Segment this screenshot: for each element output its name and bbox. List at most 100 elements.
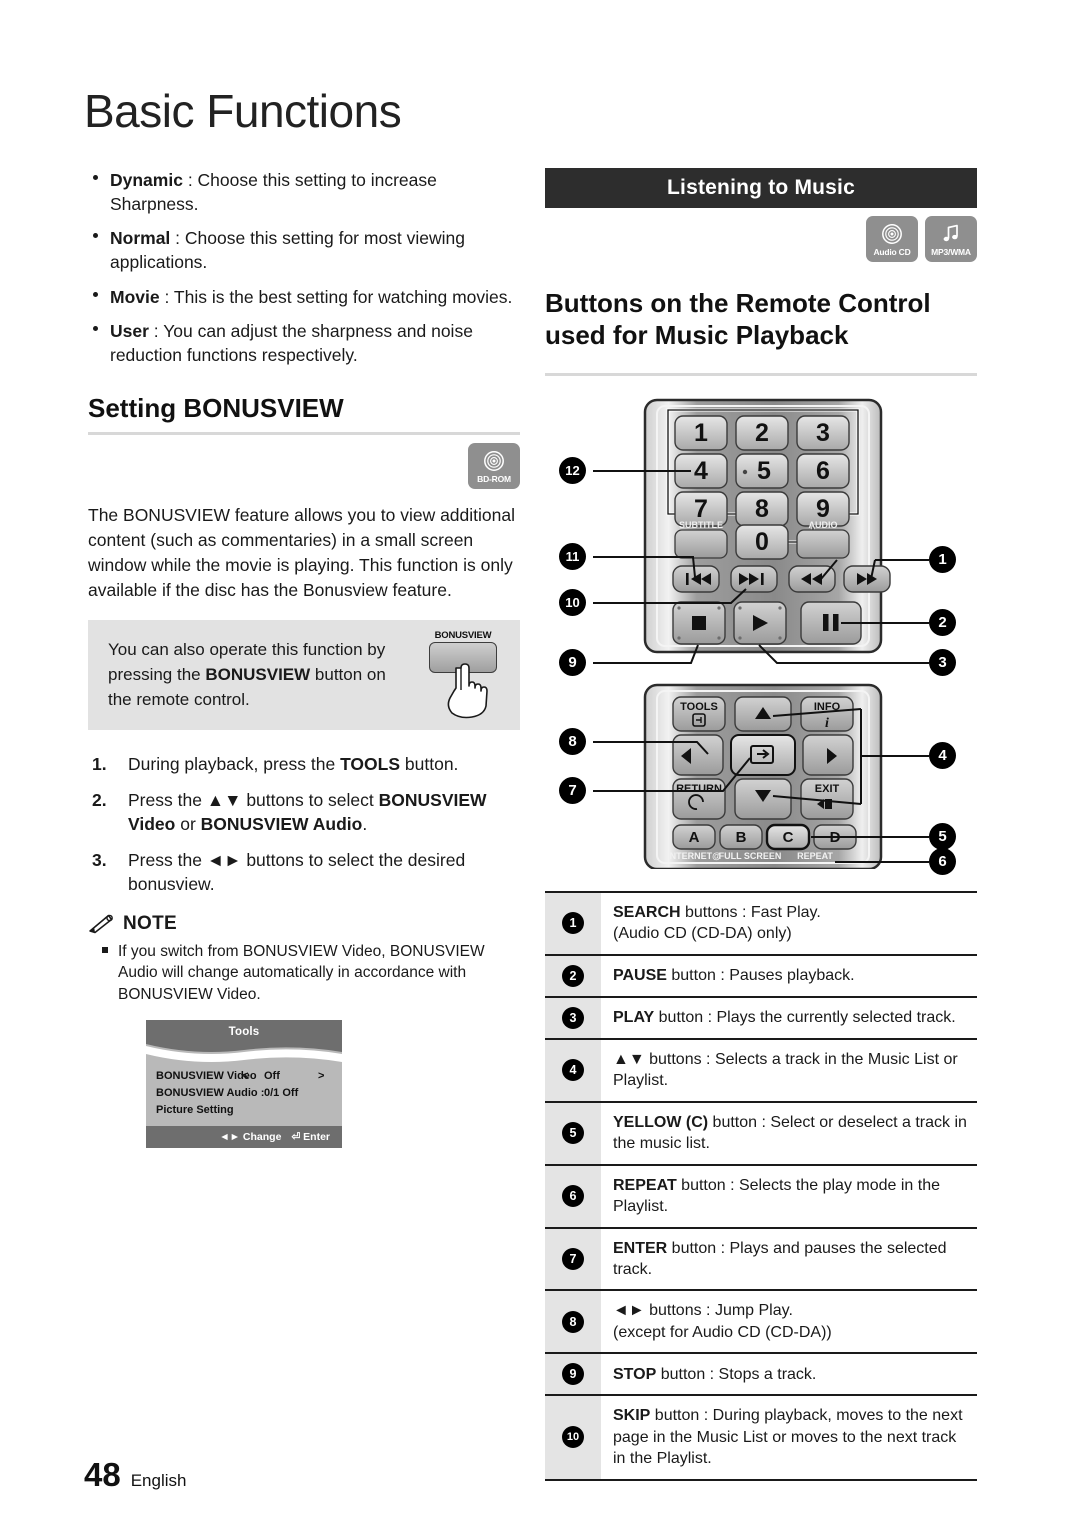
legend-term: PLAY: [613, 1009, 655, 1027]
subtitle-key-label: SUBTITLE: [679, 520, 723, 530]
callout-6: 6: [929, 848, 956, 876]
legend-badge-6: 6: [562, 1185, 584, 1208]
legend-desc: buttons : Fast Play.: [680, 904, 821, 922]
svg-text:4: 4: [694, 457, 708, 485]
section-divider: [88, 431, 520, 435]
legend-term: PAUSE: [613, 967, 667, 985]
osd-footer-hints: ◄► Change ⏎ Enter: [146, 1125, 342, 1148]
numeric-keypad: 1 2 3 4 5 6 7 8 9: [674, 415, 850, 527]
stop-icon: [692, 616, 706, 631]
legend-number-cell: 7: [545, 1227, 601, 1291]
legend-badge-5: 5: [562, 1122, 584, 1145]
legend-badge-9: 9: [562, 1363, 584, 1386]
tip-line-1: You can also operate this function by: [108, 640, 386, 660]
key-zero: 0: [735, 524, 789, 560]
audio-cd-badge: Audio CD: [866, 216, 918, 262]
bullet-dot-icon: [93, 233, 98, 239]
heading-line-1: Buttons on the Remote Control: [545, 288, 931, 318]
step-3: 3. Press the ◄► buttons to select the de…: [88, 848, 520, 897]
legend-text-cell: ▲▼ buttons : Selects a track in the Musi…: [601, 1039, 977, 1102]
footer-language: English: [130, 1471, 187, 1490]
transport-row-lower: [672, 601, 862, 645]
bd-rom-disc-icon: [483, 448, 505, 474]
legend-number-cell: 5: [545, 1101, 601, 1165]
svg-text:2: 2: [755, 419, 769, 447]
step-frag-bold: BONUSVIEW Audio: [200, 814, 363, 835]
section-heading-bonusview: Setting BONUSVIEW: [88, 392, 344, 423]
osd-left-arrow-icon[interactable]: <: [242, 1070, 248, 1082]
bullet-term: User: [110, 320, 149, 341]
legend-number-cell: 1: [545, 892, 601, 955]
bonusview-steps: 1. During playback, press the TOOLS butt…: [88, 752, 520, 897]
audio-cd-badge-label: Audio CD: [873, 247, 911, 258]
tools-key: TOOLS: [672, 696, 726, 732]
step-number: 3.: [92, 849, 107, 870]
table-row: 7 ENTER button : Plays and pauses the se…: [545, 1227, 977, 1291]
step-text: Press the ◄► buttons to select the desir…: [128, 850, 465, 895]
bonusview-description: The BONUSVIEW feature allows you to view…: [88, 504, 515, 600]
table-row: 3 PLAY button : Plays the currently sele…: [545, 996, 977, 1039]
osd-row-label: Picture Setting: [156, 1104, 234, 1117]
legend-number-cell: 4: [545, 1038, 601, 1102]
bullet-text: You can adjust the sharpness and noise r…: [110, 320, 473, 365]
step-frag: button.: [400, 754, 459, 775]
bullet-text: This is the best setting for watching mo…: [173, 286, 513, 307]
step-number: 2.: [92, 789, 107, 810]
heading-line-2: used for Music Playback: [545, 319, 849, 350]
svg-text:5: 5: [757, 457, 771, 485]
svg-text:A: A: [689, 829, 700, 846]
note-heading: NOTE: [88, 913, 520, 935]
section-banner-listening-to-music: Listening to Music: [545, 168, 977, 208]
bullet-dot-icon: [93, 175, 98, 180]
osd-row-label: BONUSVIEW Audio :: [156, 1087, 265, 1100]
callout-5: 5: [929, 823, 956, 851]
page-number: 48: [84, 1456, 121, 1493]
bd-rom-badge-row: BD-ROM: [88, 442, 520, 489]
legend-text-cell: YELLOW (C) button : Select or deselect a…: [601, 1102, 977, 1165]
legend-badge-4: 4: [562, 1059, 584, 1082]
step-number: 1.: [92, 754, 107, 775]
osd-title: Tools: [146, 1019, 342, 1044]
legend-desc: button : Plays the currently selected tr…: [654, 1009, 956, 1027]
osd-row-value: 0/1 Off: [264, 1087, 299, 1100]
legend-text-cell: PLAY button : Plays the currently select…: [601, 997, 977, 1039]
up-down-arrows-icon: ▲▼: [206, 789, 242, 810]
step-frag: or: [175, 814, 201, 835]
osd-row-picture-setting[interactable]: Picture Setting: [146, 1102, 342, 1119]
callout-1: 1: [929, 546, 956, 574]
picture-mode-bullet-list: Dynamic : Choose this setting to increas…: [88, 168, 520, 367]
osd-row-value: Off: [264, 1070, 280, 1083]
page-footer: 48 English: [84, 1456, 186, 1494]
legend-term: STOP: [613, 1365, 657, 1383]
left-right-arrows-icon: ◄►: [613, 1302, 645, 1320]
legend-desc: buttons : Jump Play.: [644, 1302, 793, 1320]
svg-text:RETURN: RETURN: [676, 783, 722, 795]
step-frag: Press the: [128, 849, 207, 870]
osd-row-bonusview-video[interactable]: BONUSVIEW Video < Off >: [146, 1068, 342, 1085]
remote-button-legend-table: 1 SEARCH buttons : Fast Play. (Audio CD (…: [545, 891, 977, 1481]
legend-number-cell: 8: [545, 1290, 601, 1354]
tools-osd-screenshot: Tools BONUSVIEW Video < Off > BONUSVIEW …: [146, 1019, 342, 1148]
callout-12: 12: [559, 457, 586, 485]
list-item: If you switch from BONUSVIEW Video, BONU…: [88, 941, 520, 1006]
svg-text:B: B: [736, 829, 747, 846]
osd-change-hint: ◄► Change: [219, 1131, 281, 1143]
osd-row-bonusview-audio[interactable]: BONUSVIEW Audio : 0/1 Off: [146, 1085, 342, 1102]
step-frag: Press the: [128, 789, 207, 810]
left-right-arrows-icon: ◄►: [206, 849, 242, 870]
bullet-sep: :: [159, 286, 174, 307]
bonusview-remote-illustration: BONUSVIEW: [416, 626, 508, 726]
legend-badge-10: 10: [562, 1426, 584, 1449]
legend-term: YELLOW (C): [613, 1113, 709, 1131]
table-row: 10 SKIP button : During playback, moves …: [545, 1395, 977, 1480]
bd-rom-badge: BD-ROM: [468, 442, 520, 489]
table-row: 1 SEARCH buttons : Fast Play. (Audio CD (…: [545, 892, 977, 955]
remote-control-diagram: 1 2 3 4 5 6 7 8 9 SUBTITLE AUDIO 0 TOOLS…: [545, 394, 977, 876]
bullet-term: Movie: [110, 286, 160, 307]
legend-desc: button : During playback, moves to the n…: [613, 1407, 963, 1468]
callout-3: 3: [929, 649, 956, 677]
osd-right-arrow-icon[interactable]: >: [318, 1070, 324, 1082]
svg-text:i: i: [825, 716, 829, 731]
osd-row-list: BONUSVIEW Video < Off > BONUSVIEW Audio …: [146, 1068, 342, 1119]
bullet-dot-icon: [93, 291, 98, 297]
